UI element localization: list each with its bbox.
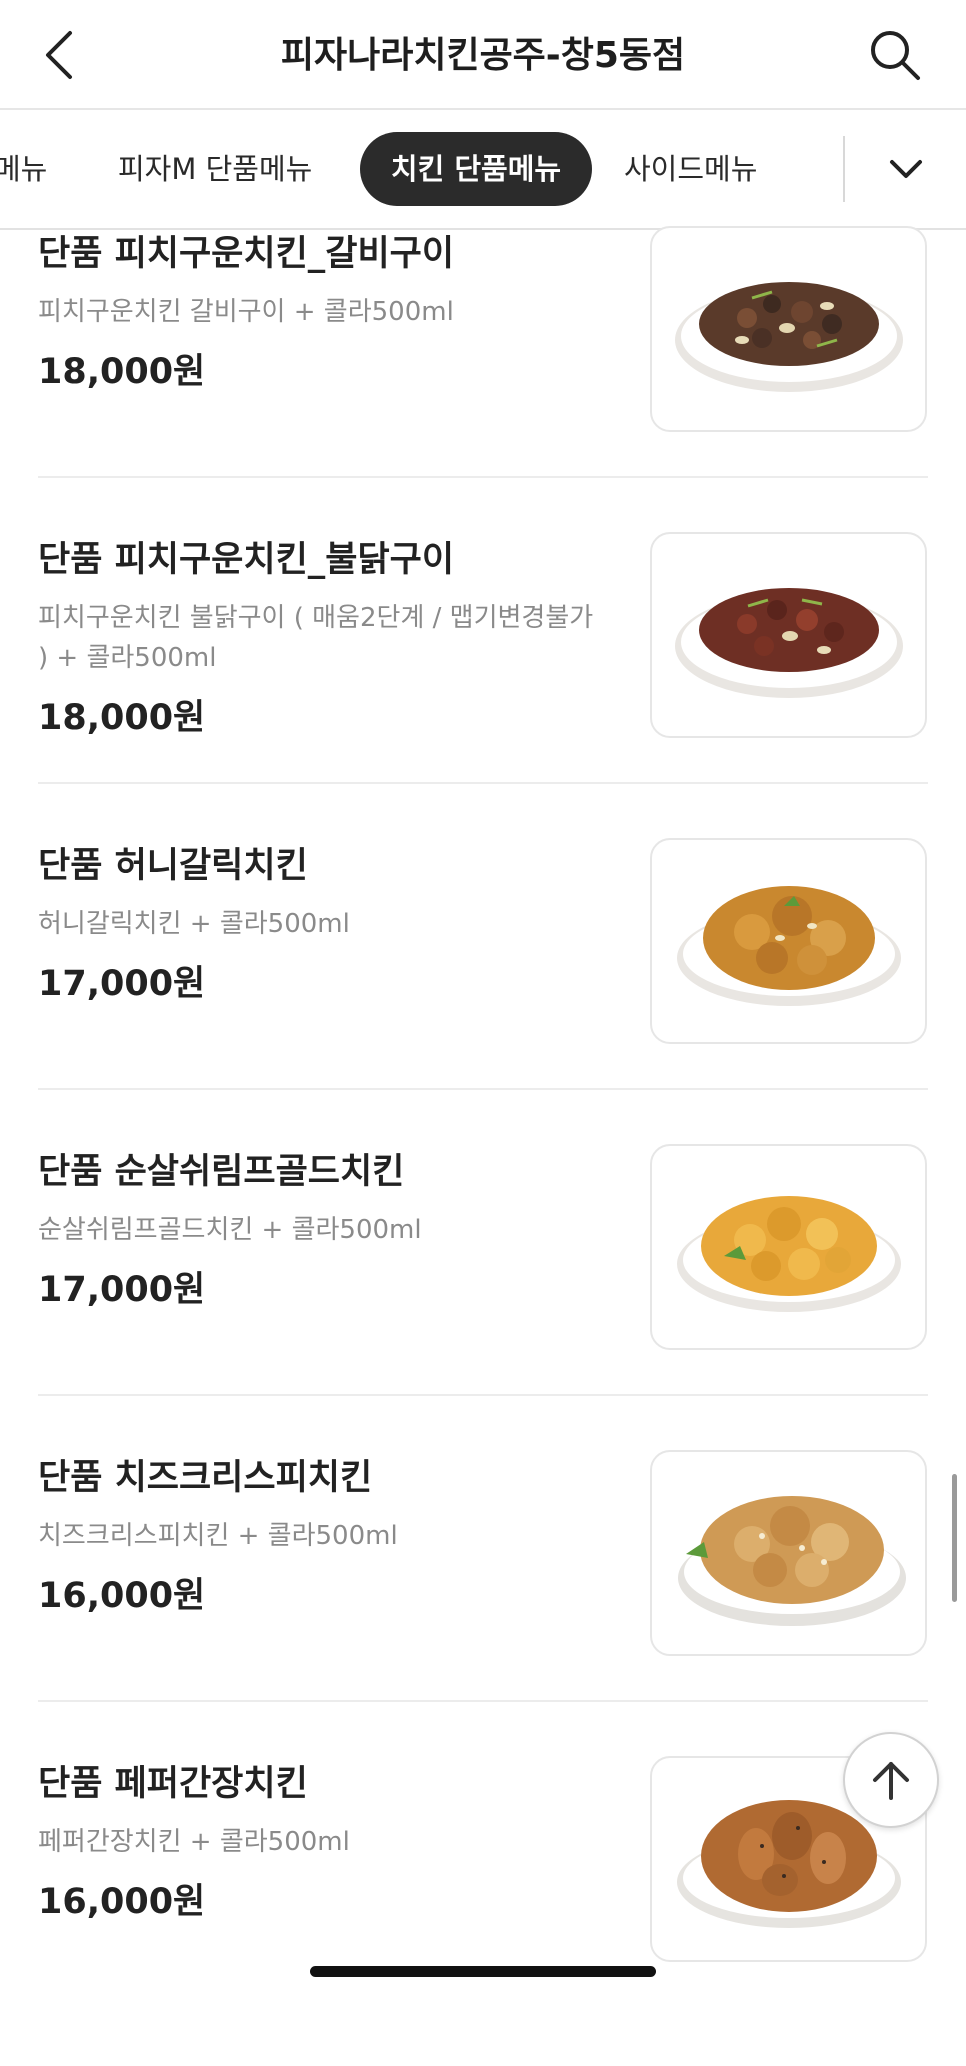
tab-chicken-single[interactable]: 치킨 단품메뉴 bbox=[360, 132, 592, 206]
scroll-to-top-button[interactable] bbox=[843, 1732, 939, 1828]
item-price: 18,000원 bbox=[38, 698, 206, 738]
scroll-indicator[interactable] bbox=[952, 1474, 957, 1602]
item-name: 단품 피치구운치킨_불닭구이 bbox=[38, 540, 455, 580]
item-price: 16,000원 bbox=[38, 1576, 206, 1616]
item-divider bbox=[38, 1394, 928, 1396]
chevron-down-icon bbox=[890, 160, 922, 178]
item-divider bbox=[38, 782, 928, 784]
tab-divider bbox=[843, 136, 845, 202]
item-divider bbox=[38, 1700, 928, 1702]
item-name: 단품 순살쉬림프골드치킨 bbox=[38, 1152, 405, 1192]
tab-menu[interactable]: 메뉴 bbox=[0, 132, 47, 206]
back-chevron-icon bbox=[46, 31, 72, 79]
menu-item[interactable]: 단품 피치구운치킨_불닭구이 피치구운치킨 불닭구이 ( 매움2단계 / 맵기변… bbox=[0, 532, 966, 842]
tab-side-menu[interactable]: 사이드메뉴 bbox=[624, 132, 757, 206]
item-name: 단품 치즈크리스피치킨 bbox=[38, 1458, 373, 1498]
grilled-galbi-chicken-photo bbox=[650, 226, 927, 432]
honey-garlic-chicken-photo bbox=[650, 838, 927, 1044]
app-header: 피자나라치킨공주-창5동점 bbox=[0, 0, 966, 110]
item-description: 페퍼간장치킨 + 콜라500ml bbox=[38, 1827, 350, 1857]
search-button[interactable] bbox=[862, 22, 928, 88]
item-price: 17,000원 bbox=[38, 964, 206, 1004]
item-price: 18,000원 bbox=[38, 352, 206, 392]
item-name: 단품 피치구운치킨_갈비구이 bbox=[38, 234, 455, 274]
item-description: 피치구운치킨 불닭구이 ( 매움2단계 / 맵기변경불가 ) + 콜라500ml bbox=[38, 603, 594, 673]
item-name: 단품 페퍼간장치킨 bbox=[38, 1764, 308, 1804]
tabs-expand-button[interactable] bbox=[876, 136, 936, 202]
boneless-shrimp-gold-chicken-photo bbox=[650, 1144, 927, 1350]
menu-item[interactable]: 단품 순살쉬림프골드치킨 순살쉬림프골드치킨 + 콜라500ml 17,000원 bbox=[0, 1144, 966, 1454]
grilled-buldak-chicken-photo bbox=[650, 532, 927, 738]
menu-item[interactable]: 단품 페퍼간장치킨 페퍼간장치킨 + 콜라500ml 16,000원 bbox=[0, 1756, 966, 2066]
item-price: 17,000원 bbox=[38, 1270, 206, 1310]
menu-item[interactable]: 단품 피치구운치킨_갈비구이 피치구운치킨 갈비구이 + 콜라500ml 18,… bbox=[0, 226, 966, 536]
menu-item[interactable]: 단품 허니갈릭치킨 허니갈릭치킨 + 콜라500ml 17,000원 bbox=[0, 838, 966, 1148]
store-title: 피자나라치킨공주-창5동점 bbox=[280, 35, 686, 76]
item-description: 피치구운치킨 갈비구이 + 콜라500ml bbox=[38, 297, 454, 327]
item-description: 치즈크리스피치킨 + 콜라500ml bbox=[38, 1521, 398, 1551]
home-indicator bbox=[310, 1966, 656, 1977]
item-divider bbox=[38, 476, 928, 478]
tab-pizza-m-single[interactable]: 피자M 단품메뉴 bbox=[118, 132, 312, 206]
back-button[interactable] bbox=[30, 22, 90, 88]
item-name: 단품 허니갈릭치킨 bbox=[38, 846, 308, 886]
item-description: 허니갈릭치킨 + 콜라500ml bbox=[38, 909, 350, 939]
item-description: 순살쉬림프골드치킨 + 콜라500ml bbox=[38, 1215, 422, 1245]
cheese-crispy-chicken-photo bbox=[650, 1450, 927, 1656]
menu-item[interactable]: 단품 치즈크리스피치킨 치즈크리스피치킨 + 콜라500ml 16,000원 bbox=[0, 1450, 966, 1760]
item-divider bbox=[38, 1088, 928, 1090]
search-icon bbox=[871, 31, 920, 80]
item-price: 16,000원 bbox=[38, 1882, 206, 1922]
category-tabs: 메뉴 피자M 단품메뉴 치킨 단품메뉴 사이드메뉴 bbox=[0, 110, 966, 230]
arrow-up-icon bbox=[873, 1762, 909, 1800]
